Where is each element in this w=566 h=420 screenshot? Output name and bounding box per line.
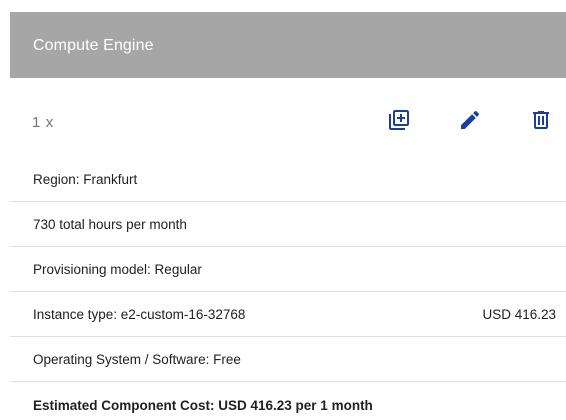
edit-button[interactable] [453,104,487,136]
quantity-label: 1 x [32,114,54,131]
delete-button[interactable] [524,104,558,136]
detail-row-hours: 730 total hours per month [10,202,566,247]
detail-price: USD 416.23 [482,306,556,322]
detail-label: Instance type: e2-custom-16-32768 [33,306,246,322]
estimate-card: Compute Engine 1 x Region: Frankfurt 730… [0,0,566,420]
detail-row-provisioning: Provisioning model: Regular [10,247,566,292]
pencil-icon [461,110,480,129]
detail-row-instance-type: Instance type: e2-custom-16-32768 USD 41… [10,292,566,337]
quantity-row: 1 x [10,90,566,154]
detail-row-os: Operating System / Software: Free [10,337,566,382]
detail-label: Region: Frankfurt [33,171,138,187]
card-title: Compute Engine [33,37,154,54]
library-add-icon [389,110,409,130]
trash-icon [533,111,549,129]
detail-label: Operating System / Software: Free [33,351,241,367]
detail-label: 730 total hours per month [33,216,187,232]
detail-label: Provisioning model: Regular [33,261,202,277]
detail-row-region: Region: Frankfurt [10,157,566,202]
estimated-cost-text: Estimated Component Cost: USD 416.23 per… [33,398,373,413]
duplicate-button[interactable] [382,104,416,136]
estimated-cost-row: Estimated Component Cost: USD 416.23 per… [10,383,566,420]
card-header: Compute Engine [10,12,566,78]
